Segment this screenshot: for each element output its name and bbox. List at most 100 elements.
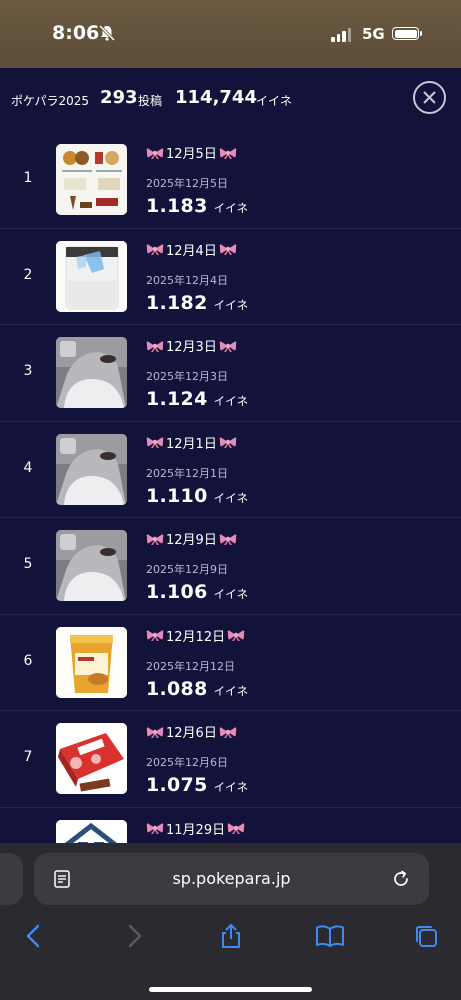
post-title[interactable]: 12月12日 — [146, 626, 245, 645]
post-likes: 1.075 イイネ — [146, 774, 248, 796]
ribbon-icon — [146, 823, 164, 834]
rank-number: 5 — [23, 556, 33, 572]
post-title-text: 12月6日 — [166, 726, 217, 741]
post-thumbnail[interactable] — [56, 626, 127, 698]
post-row[interactable]: 6 12月12日 2025年12月12日 1.088 イイネ — [0, 615, 461, 711]
post-title-text: 12月12日 — [166, 629, 226, 645]
likes-count: 1.106 — [146, 581, 208, 603]
post-row[interactable]: 2 12月4日 2025年12月4日 1.182 イイネ — [0, 229, 461, 325]
post-date: 2025年12月12日 — [146, 659, 235, 673]
post-row[interactable]: 3 12月3日 2025年12月3日 1.124 イイネ — [0, 325, 461, 422]
post-likes: 1.088 イイネ — [146, 678, 248, 700]
post-thumbnail[interactable] — [56, 723, 127, 794]
post-row[interactable]: 5 12月9日 2025年12月9日 1.106 イイネ — [0, 518, 461, 615]
previous-tab-preview[interactable] — [0, 853, 23, 905]
summary-header: ポケパラ2025 293 投稿 114,744 イイネ — [0, 68, 461, 130]
bookmarks-icon[interactable] — [315, 923, 345, 949]
post-ranking-list: 1 12月5日 2025年12月5日 1.183 イイネ 2 12月4日 202… — [0, 132, 461, 904]
home-indicator — [149, 987, 312, 992]
post-thumbnail[interactable] — [56, 433, 127, 505]
status-time: 8:06 — [52, 22, 100, 44]
post-thumbnail[interactable] — [56, 144, 127, 215]
ribbon-icon — [146, 340, 164, 352]
ribbon-icon — [146, 244, 164, 255]
posts-label: 投稿 — [138, 94, 163, 108]
rank-number: 2 — [23, 266, 33, 283]
network-type: 5G — [362, 25, 385, 43]
ribbon-icon — [146, 533, 164, 545]
post-title[interactable]: 12月5日 — [146, 143, 237, 162]
post-title[interactable]: 12月9日 — [146, 529, 237, 548]
post-title[interactable]: 11月29日 — [146, 819, 245, 838]
post-thumbnail[interactable] — [56, 530, 127, 601]
ribbon-icon — [146, 630, 164, 641]
post-date: 2025年12月6日 — [146, 756, 228, 769]
likes-count: 1.110 — [146, 484, 208, 507]
likes-count: 1.124 — [146, 388, 208, 410]
posts-count: 293 — [100, 87, 138, 108]
rank-number: 4 — [23, 459, 33, 476]
likes-unit: イイネ — [213, 683, 249, 698]
bell-muted-icon — [98, 24, 116, 42]
post-row[interactable]: 1 12月5日 2025年12月5日 1.183 イイネ — [0, 132, 461, 229]
brand-label: ポケパラ2025 — [11, 94, 90, 108]
ribbon-icon — [227, 823, 245, 834]
post-likes: 1.124 イイネ — [146, 388, 248, 410]
post-row[interactable]: 4 12月1日 2025年12月1日 1.110 イイネ — [0, 422, 461, 518]
post-thumbnail[interactable] — [56, 240, 127, 312]
post-date: 2025年12月9日 — [146, 563, 228, 576]
likes-label: イイネ — [256, 94, 293, 108]
post-date: 2025年12月4日 — [146, 273, 228, 287]
rank-number: 3 — [23, 363, 33, 379]
post-likes: 1.106 イイネ — [146, 581, 248, 603]
post-row[interactable]: 7 12月6日 2025年12月6日 1.075 イイネ — [0, 711, 461, 808]
likes-unit: イイネ — [213, 780, 249, 794]
close-icon — [423, 91, 436, 104]
tabs-icon[interactable] — [413, 923, 439, 949]
likes-count: 1.075 — [146, 774, 208, 796]
post-title-text: 12月5日 — [166, 147, 217, 162]
status-bar: 8:06 5G — [0, 0, 461, 68]
browser-bottom-bar: sp.pokepara.jp — [0, 843, 461, 1000]
rank-number: 1 — [23, 170, 33, 186]
cellular-signal-icon — [331, 28, 351, 42]
ribbon-icon — [219, 533, 237, 545]
ribbon-icon — [146, 147, 164, 159]
post-title[interactable]: 12月4日 — [146, 240, 237, 259]
rank-number: 6 — [23, 652, 33, 669]
back-icon[interactable] — [21, 923, 47, 949]
likes-unit: イイネ — [213, 394, 249, 408]
post-title[interactable]: 12月6日 — [146, 722, 237, 741]
post-title-text: 12月1日 — [166, 436, 217, 452]
post-thumbnail[interactable] — [56, 337, 127, 408]
ribbon-icon — [219, 437, 237, 448]
url-text: sp.pokepara.jp — [172, 869, 291, 888]
likes-count: 1.183 — [146, 195, 208, 217]
post-likes: 1.110 イイネ — [146, 485, 248, 507]
post-date: 2025年12月5日 — [146, 177, 228, 190]
battery-icon — [392, 27, 422, 40]
ribbon-icon — [227, 630, 245, 641]
ribbon-icon — [146, 437, 164, 448]
share-icon[interactable] — [218, 923, 244, 949]
post-title-text: 12月9日 — [166, 533, 217, 548]
likes-unit: イイネ — [213, 297, 249, 312]
reload-icon[interactable] — [391, 869, 411, 889]
ribbon-icon — [219, 726, 237, 738]
address-bar[interactable]: sp.pokepara.jp — [34, 853, 429, 905]
forward-icon[interactable] — [121, 923, 147, 949]
ribbon-icon — [219, 147, 237, 159]
ribbon-icon — [219, 244, 237, 255]
post-likes: 1.182 イイネ — [146, 292, 248, 314]
likes-count: 1.088 — [146, 677, 208, 700]
likes-unit: イイネ — [213, 201, 249, 215]
likes-unit: イイネ — [213, 587, 249, 601]
post-title-text: 12月4日 — [166, 243, 217, 259]
post-title[interactable]: 12月1日 — [146, 433, 237, 452]
close-button[interactable] — [413, 81, 446, 114]
post-title-text: 11月29日 — [166, 822, 226, 838]
post-date: 2025年12月3日 — [146, 370, 228, 383]
post-title[interactable]: 12月3日 — [146, 336, 237, 355]
ribbon-icon — [146, 726, 164, 738]
likes-unit: イイネ — [213, 490, 249, 505]
